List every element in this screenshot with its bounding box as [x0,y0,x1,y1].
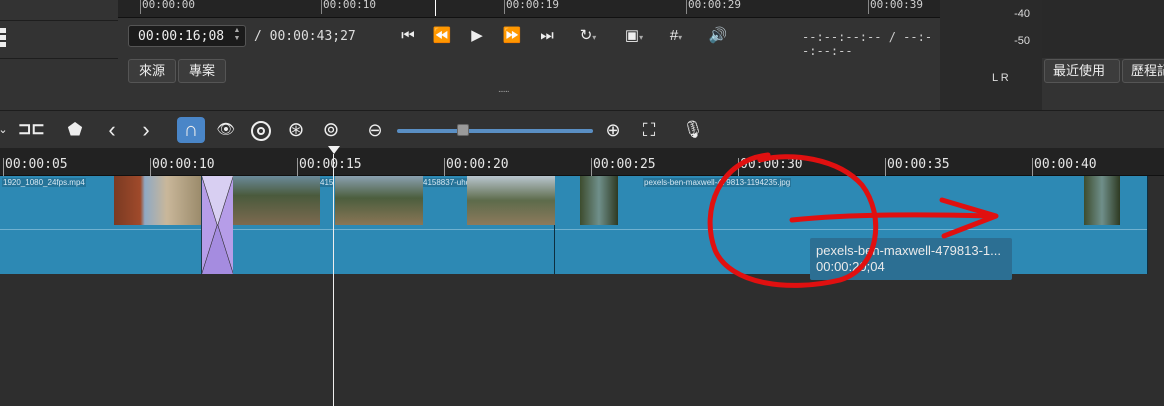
player-ruler-label: 00:00:29 [688,0,741,11]
timeline-ruler-label: 00:00:35 [887,157,950,172]
resize-grip[interactable]: ...... [498,84,510,95]
timeline-playhead [333,154,334,406]
zoom-fit-icon[interactable]: ⛶ [636,117,662,143]
timecode-field[interactable]: 00:00:16;08 [128,25,246,47]
tooltip-clip-name: pexels-ben-maxwell-479813-1... [816,243,1001,258]
timeline-ruler-label: 00:00:15 [299,157,362,172]
fullscreen-icon[interactable]: ▣▾ [617,26,651,46]
player-ruler-label: 00:00:39 [870,0,923,11]
zoom-out-icon[interactable]: ⊖ [362,117,388,143]
skip-end-icon[interactable]: ⏭ [537,26,557,46]
timeline-ruler-label: 00:00:20 [446,157,509,172]
next-icon[interactable]: › [135,117,157,143]
timeline-ruler-label: 00:00:05 [5,157,68,172]
timeline-ruler[interactable]: 00:00:05 00:00:10 00:00:15 00:00:20 00:0… [0,148,1164,176]
clip-tooltip: pexels-ben-maxwell-479813-1... 00:00:20;… [810,238,1012,280]
transition-icon [202,176,233,274]
record-audio-icon[interactable]: 🎙 [680,117,706,143]
timeline-ruler-label: 00:00:10 [152,157,215,172]
menu-icon[interactable] [0,28,8,48]
clip-thumbnail [335,176,423,225]
volume-icon[interactable]: 🔊 [705,26,731,46]
clip-thumbnail [580,176,618,225]
tab-project[interactable]: 專案 [178,59,226,83]
clip-thumbnail [114,176,202,225]
clip-label: pexels-ben-maxwell-479813-1194235.jpg [643,178,792,187]
audio-meter: -40 -50 L R [940,0,1042,110]
player-panel: 00:00:00 00:00:10 00:00:19 00:00:29 00:0… [118,0,940,110]
player-playhead[interactable] [435,0,436,16]
left-panel-strip [0,0,118,110]
ripple-markers-icon[interactable]: ⊚ [318,117,344,143]
rewind-icon[interactable]: ⏪ [430,26,454,46]
chevron-down-icon[interactable]: ⌄ [0,117,8,143]
zoom-in-icon[interactable]: ⊕ [600,117,626,143]
player-ruler-label: 00:00:00 [142,0,195,11]
tab-recent[interactable]: 最近使用 [1044,59,1120,83]
grid-icon[interactable]: #▾ [659,26,693,46]
zoom-slider-track[interactable] [397,129,593,133]
right-panel: 最近使用 歷程記錄 [1042,0,1164,110]
player-ruler[interactable]: 00:00:00 00:00:10 00:00:19 00:00:29 00:0… [118,0,940,18]
loop-icon[interactable]: ↻▾ [573,26,603,46]
clip-thumbnail [1084,176,1120,225]
clip-thumbnail [467,176,555,225]
in-out-points: --:--:--:-- / --:--:--:-- [802,30,933,58]
tab-source[interactable]: 來源 [128,59,176,83]
meter-label: -40 [1014,8,1030,20]
tooltip-clip-duration: 00:00:20;04 [816,259,885,274]
player-ruler-label: 00:00:19 [506,0,559,11]
timeline-ruler-label: 00:00:30 [740,157,803,172]
ripple-icon[interactable] [248,117,274,143]
timeline-ruler-label: 00:00:40 [1034,157,1097,172]
clip-thumbnail [232,176,320,225]
split-icon[interactable]: ⊐⊏ [18,117,45,143]
clip-label: 1920_1080_24fps.mp4 [2,178,86,187]
clip-label: 415 [319,178,334,187]
timeline-playhead-handle[interactable] [328,146,340,154]
marker-icon[interactable]: ⬟ [64,117,86,143]
play-icon[interactable]: ▶ [467,26,487,46]
meter-label: -50 [1014,35,1030,47]
player-ruler-label: 00:00:10 [323,0,376,11]
skip-start-icon[interactable]: ⏮ [398,26,418,46]
zoom-slider-handle[interactable] [457,124,469,136]
snap-magnet-icon[interactable]: ∩ [177,117,205,143]
fast-forward-icon[interactable]: ⏩ [500,26,524,46]
total-duration: / 00:00:43;27 [254,29,356,44]
transition-clip[interactable] [201,176,233,274]
previous-icon[interactable]: ‹ [101,117,123,143]
timeline-ruler-label: 00:00:25 [593,157,656,172]
ripple-all-icon[interactable]: ⊛ [283,117,309,143]
timecode-stepper[interactable]: ▲ ▼ [232,27,242,45]
tab-history[interactable]: 歷程記錄 [1122,59,1164,83]
meter-channels: L R [992,72,1009,84]
scrub-eye-icon[interactable]: 👁 [212,117,240,143]
